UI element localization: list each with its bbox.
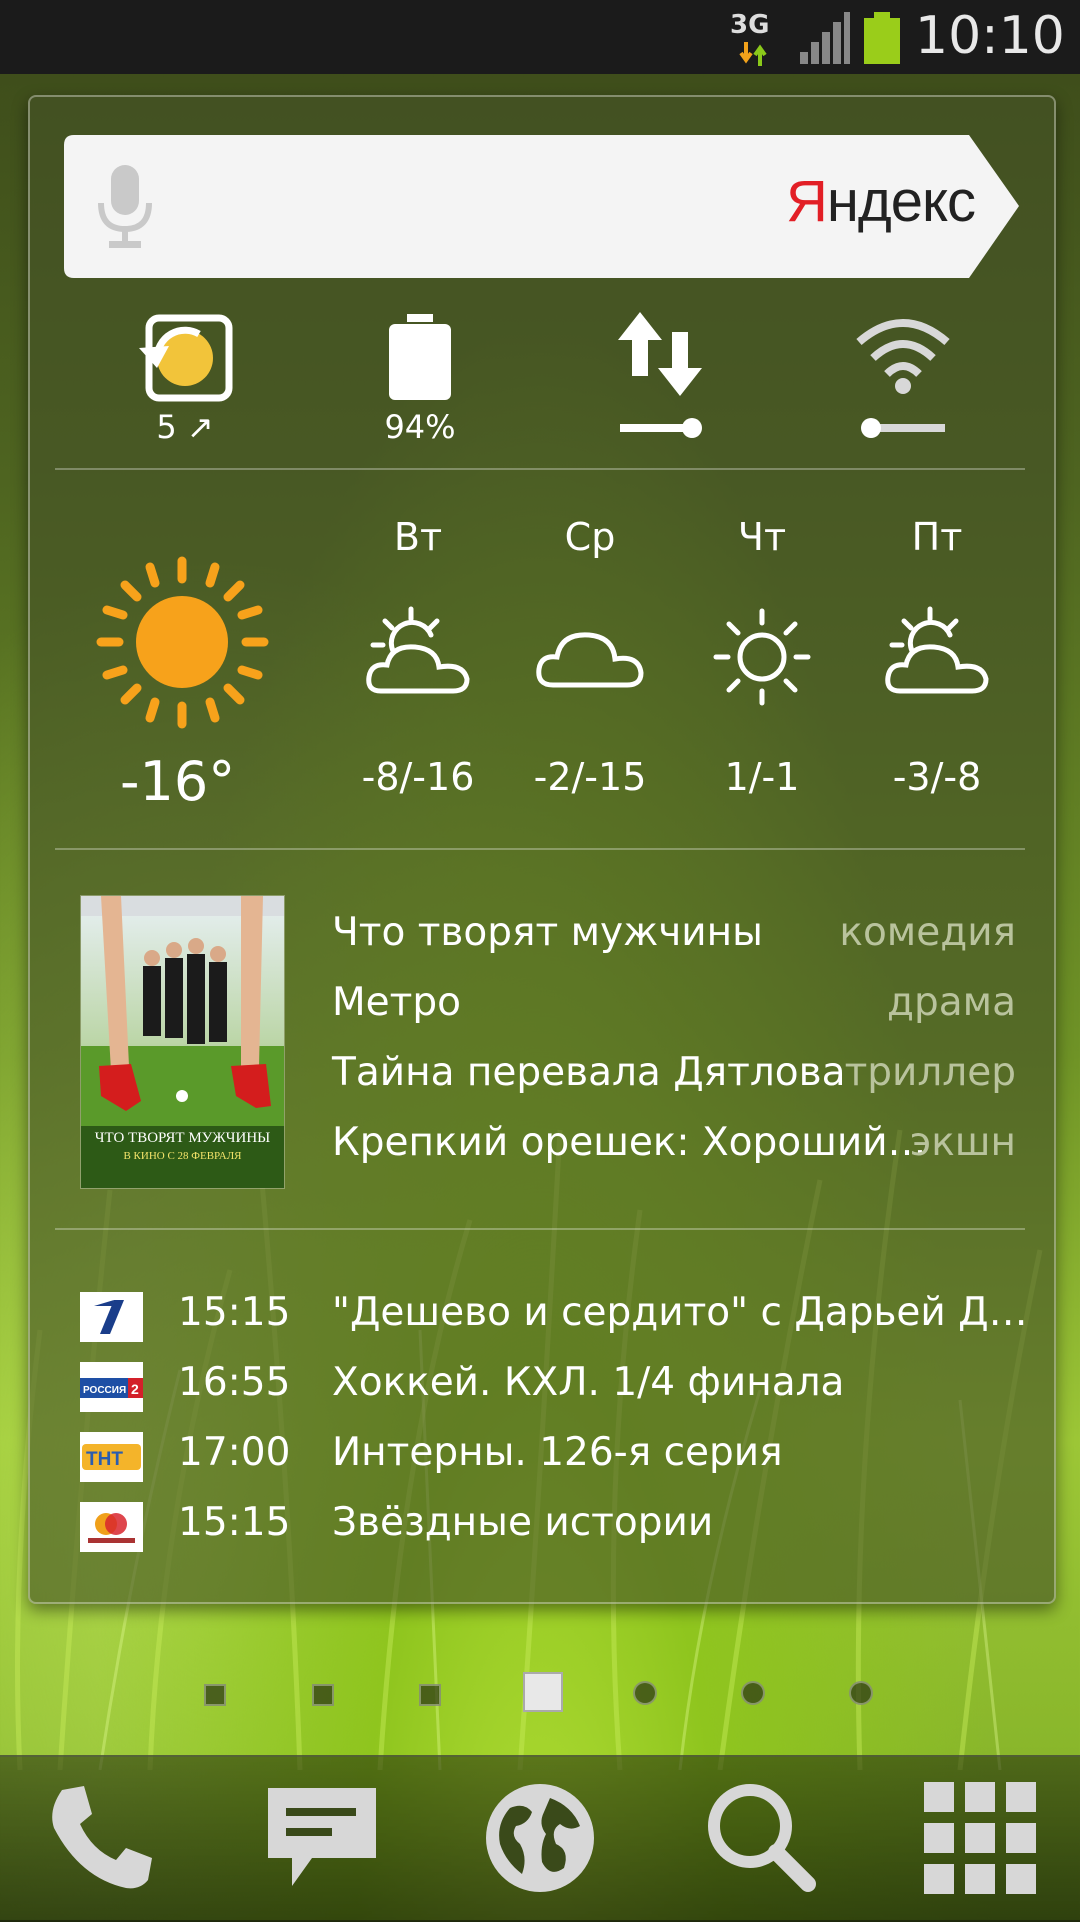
divider (55, 1228, 1025, 1230)
domashny-logo (80, 1502, 143, 1552)
movie-title: Тайна перевала Дятлова (332, 1050, 846, 1095)
toggle-battery[interactable]: 94% (355, 312, 485, 452)
poster-title: ЧТО ТВОРЯТ МУЖЧИНЫ (94, 1130, 271, 1146)
tv-row[interactable]: ТНТ 17:00 Интерны. 126-я серия (80, 1430, 1010, 1486)
wifi-icon (856, 319, 950, 438)
tnt-logo: ТНТ (80, 1432, 143, 1482)
movie-row[interactable]: Метро драма (332, 980, 1032, 1040)
tv-row[interactable]: 15:15 "Дешево и сердито" с Дарьей Д… (80, 1290, 1028, 1346)
page-indicator[interactable] (419, 1684, 441, 1706)
tv-show: Хоккей. КХЛ. 1/4 финала (332, 1360, 845, 1405)
movie-title: Метро (332, 980, 461, 1025)
page-indicator[interactable] (741, 1681, 765, 1705)
page-indicator[interactable] (633, 1681, 657, 1705)
phone-icon[interactable] (40, 1778, 160, 1898)
day-range: 1/-1 (724, 755, 800, 799)
day-name: Ср (564, 515, 616, 559)
tv-row[interactable]: 15:15 Звёздные истории (80, 1500, 1010, 1556)
partly-cloudy-icon (885, 606, 989, 694)
forecast-day: Чт 1/-1 (682, 515, 842, 815)
tv-time: 15:15 (178, 1500, 291, 1545)
movie-row[interactable]: Что творят мужчины комедия (332, 910, 1032, 970)
toggle-data[interactable] (600, 312, 720, 452)
toggle-rotate[interactable]: 5 ↗ (120, 312, 250, 452)
data-sync-icon (618, 312, 702, 438)
tv-time: 15:15 (178, 1290, 291, 1335)
data-arrows-icon (739, 42, 767, 66)
search-icon[interactable] (700, 1778, 820, 1898)
tv-row[interactable]: РОССИЯ 2 16:55 Хоккей. КХЛ. 1/4 финала (80, 1360, 1010, 1416)
yandex-logo: Яндекс (786, 169, 976, 234)
battery-icon (864, 12, 900, 64)
tv-time: 17:00 (178, 1430, 291, 1475)
day-range: -2/-15 (533, 755, 647, 799)
day-name: Чт (737, 515, 787, 559)
forecast-day: Ср -2/-15 (510, 515, 670, 815)
divider (55, 468, 1025, 470)
day-name: Вт (393, 515, 443, 559)
apps-grid-icon[interactable] (920, 1778, 1040, 1898)
tv-show: Интерны. 126-я серия (332, 1430, 783, 1475)
page-indicator-current[interactable] (523, 1672, 563, 1712)
svg-text:ТНТ: ТНТ (86, 1449, 123, 1470)
movie-title: Крепкий орешек: Хороший… (332, 1120, 927, 1165)
day-range: -3/-8 (892, 755, 982, 799)
movie-title: Что творят мужчины (332, 910, 763, 955)
signal-icon (800, 12, 850, 64)
poster-subtitle: В КИНО С 28 ФЕВРАЛЯ (123, 1150, 242, 1162)
movie-genre: экшн (909, 1120, 1016, 1165)
toggle-wifi[interactable] (845, 312, 965, 452)
movie-genre: комедия (839, 910, 1016, 955)
network-type: 3G (730, 10, 770, 40)
sun-icon (713, 608, 811, 706)
day-name: Пт (911, 515, 963, 559)
screen-rotate-icon (139, 314, 233, 402)
channel-one-logo (80, 1292, 143, 1342)
svg-text:2: 2 (131, 1381, 139, 1397)
battery-label: 94% (384, 408, 456, 446)
cloud-icon (536, 632, 644, 688)
page-indicator[interactable] (312, 1684, 334, 1706)
clock: 10:10 (915, 6, 1065, 66)
microphone-icon[interactable] (95, 165, 155, 250)
current-temperature: -16° (120, 750, 236, 813)
russia-2-logo: РОССИЯ 2 (80, 1362, 143, 1412)
battery-icon (389, 314, 451, 400)
divider (55, 848, 1025, 850)
movie-genre: драма (887, 980, 1016, 1025)
forecast-day: Вт -8/-16 (338, 515, 498, 815)
tv-time: 16:55 (178, 1360, 291, 1405)
movie-genre: триллер (844, 1050, 1016, 1095)
rotate-label: 5 ↗ (156, 408, 214, 446)
day-range: -8/-16 (361, 755, 475, 799)
forecast-day: Пт -3/-8 (857, 515, 1017, 815)
movie-row[interactable]: Крепкий орешек: Хороший… экшн (332, 1120, 1032, 1180)
movie-row[interactable]: Тайна перевала Дятлова триллер (332, 1050, 1032, 1110)
page-indicator[interactable] (849, 1681, 873, 1705)
sun-icon (96, 556, 269, 729)
movie-poster[interactable]: ЧТО ТВОРЯТ МУЖЧИНЫ В КИНО С 28 ФЕВРАЛЯ (80, 895, 285, 1189)
page-indicator[interactable] (204, 1684, 226, 1706)
browser-globe-icon[interactable] (480, 1778, 600, 1898)
messages-icon[interactable] (262, 1778, 382, 1898)
tv-show: Звёздные истории (332, 1500, 714, 1545)
status-bar: 3G 10:10 (0, 0, 1080, 74)
partly-cloudy-icon (366, 606, 470, 694)
tv-show: "Дешево и сердито" с Дарьей Д… (332, 1290, 1028, 1335)
svg-text:РОССИЯ: РОССИЯ (83, 1385, 126, 1396)
